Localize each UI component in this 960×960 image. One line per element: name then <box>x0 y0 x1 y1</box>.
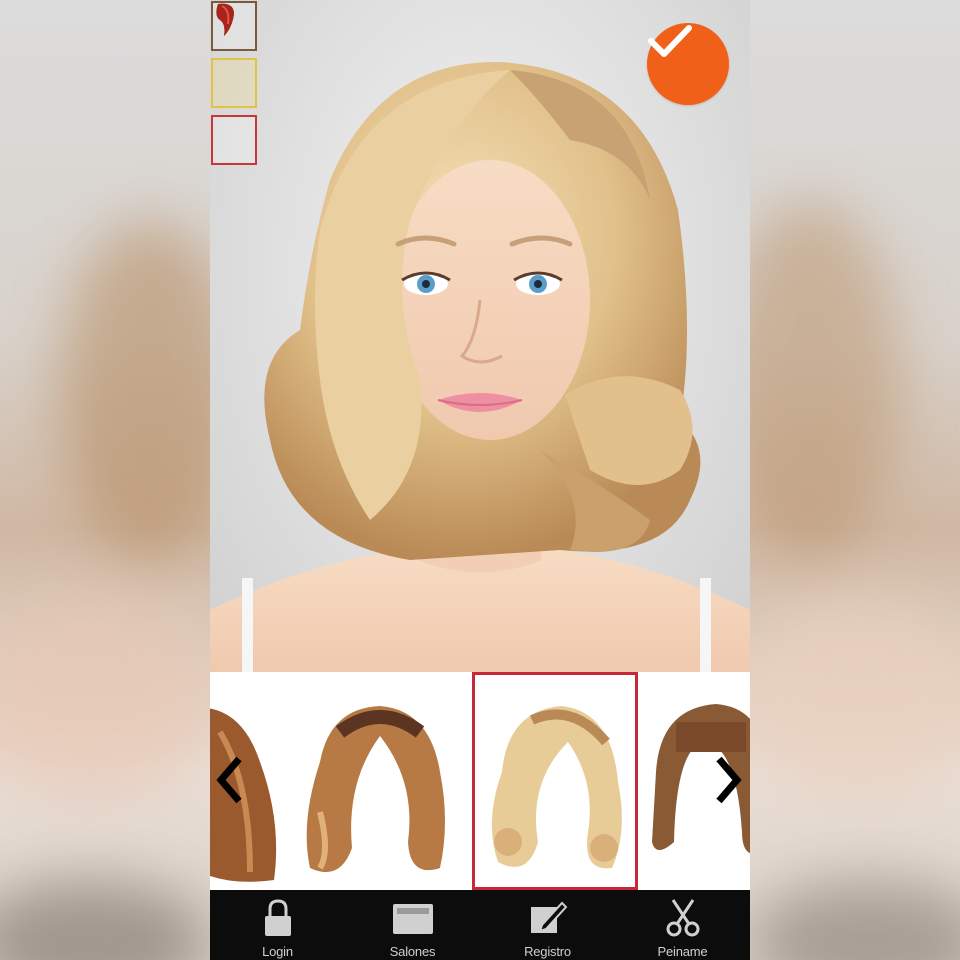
bottom-tab-bar: Login Salones Registro Peiname <box>210 890 750 960</box>
carousel-next-button[interactable] <box>708 750 748 810</box>
hairstyle-carousel <box>210 672 750 890</box>
tab-peiname[interactable]: Peiname <box>615 890 750 960</box>
tab-salones[interactable]: Salones <box>345 890 480 960</box>
tab-salones-label: Salones <box>389 944 436 959</box>
hair-swatch-blonde[interactable] <box>211 3 257 108</box>
confirm-button[interactable] <box>647 23 729 105</box>
tab-registro[interactable]: Registro <box>480 890 615 960</box>
blurred-backdrop-left <box>0 0 210 960</box>
folder-icon <box>391 898 435 938</box>
tab-peiname-label: Peiname <box>657 944 708 959</box>
hair-swatch-red-icon <box>216 3 234 36</box>
chevron-right-icon <box>716 756 742 804</box>
blurred-backdrop-right <box>750 0 960 960</box>
hair-color-swatches <box>210 0 262 172</box>
scissors-icon <box>663 898 703 938</box>
hairstyle-option[interactable] <box>290 672 460 890</box>
hairstyle-preview-photo <box>210 0 750 672</box>
tab-login[interactable]: Login <box>210 890 345 960</box>
tab-login-label: Login <box>262 944 293 959</box>
hair-swatch-red[interactable] <box>211 3 257 165</box>
checkmark-icon <box>648 25 692 57</box>
edit-icon <box>528 898 568 938</box>
chevron-left-icon <box>216 756 242 804</box>
carousel-prev-button[interactable] <box>210 750 250 810</box>
hairstyle-option-selected[interactable] <box>472 672 638 890</box>
lock-icon <box>261 898 295 938</box>
tab-registro-label: Registro <box>524 944 571 959</box>
app-screen: Login Salones Registro Peiname <box>210 0 750 960</box>
